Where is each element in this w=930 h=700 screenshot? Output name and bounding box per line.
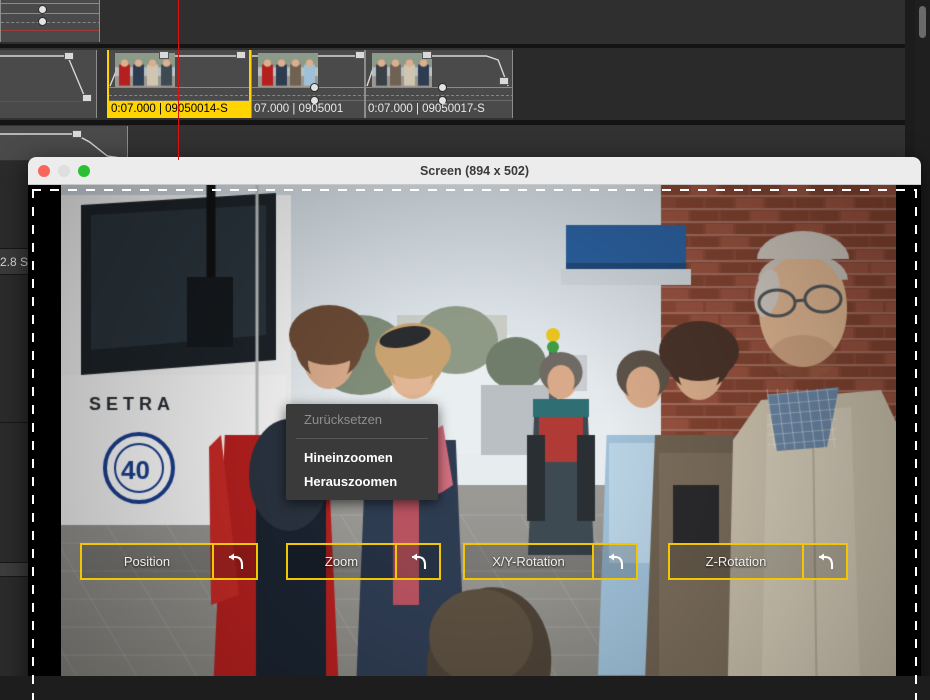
screen-window[interactable]: Screen (894 x 502) Zurücksetzen Hineinzo… [28, 157, 921, 700]
envelope-handle[interactable] [65, 53, 73, 59]
keyframe-dot[interactable] [39, 18, 46, 25]
playhead[interactable] [178, 0, 179, 160]
context-menu[interactable]: Zurücksetzen Hineinzoomen Herauszoomen [286, 404, 438, 500]
video-preview[interactable] [61, 185, 896, 700]
undo-arrow-icon [224, 553, 246, 571]
keyframe-dot[interactable] [439, 84, 446, 91]
envelope-handle[interactable] [500, 78, 508, 84]
timeline-track-upper [0, 0, 905, 44]
timeline-clip[interactable]: 0:07.000 | 09050017-S [365, 50, 513, 118]
undo-arrow-icon [814, 553, 836, 571]
control-button-zoom[interactable]: Zoom [286, 543, 441, 580]
clip-thumbnail [258, 53, 318, 87]
menu-item-zoom-in[interactable]: Hineinzoomen [286, 446, 438, 470]
window-title-bar[interactable]: Screen (894 x 502) [28, 157, 921, 185]
vertical-scrollbar[interactable] [915, 0, 930, 160]
control-button-label: Position [82, 554, 212, 569]
fade-envelope [0, 50, 96, 118]
reset-zoom-button[interactable] [395, 545, 439, 578]
duration-label: 2.8 S [0, 255, 28, 269]
timeline-track-lower [0, 125, 905, 161]
transform-controls-row: Position Zoom [28, 543, 921, 583]
timeline-clip-lower[interactable] [0, 126, 128, 160]
keyframe-dot[interactable] [311, 84, 318, 91]
clip-label: 07.000 | 0905001 [252, 101, 364, 118]
window-title: Screen (894 x 502) [28, 157, 921, 185]
bottom-status-strip [0, 676, 930, 700]
keyframe-dot[interactable] [39, 6, 46, 13]
envelope-handle[interactable] [160, 52, 168, 58]
timeline-clip[interactable]: 07.000 | 0905001 [251, 50, 365, 118]
clip-label: 0:07.000 | 09050017-S [366, 101, 512, 118]
clip-label: 0:07.000 | 09050014-S [109, 101, 249, 118]
undo-arrow-icon [407, 553, 429, 571]
reset-position-button[interactable] [212, 545, 256, 578]
control-button-label: X/Y-Rotation [465, 554, 592, 569]
clip-thumbnail [115, 53, 175, 87]
fade-envelope [0, 126, 127, 160]
reset-xy-rotation-button[interactable] [592, 545, 636, 578]
reset-z-rotation-button[interactable] [802, 545, 846, 578]
menu-item-reset: Zurücksetzen [286, 408, 438, 432]
control-button-label: Zoom [288, 554, 395, 569]
envelope-handle[interactable] [423, 52, 431, 58]
timeline-clip-upper[interactable] [0, 0, 100, 42]
envelope-handle[interactable] [237, 52, 245, 58]
window-body: Zurücksetzen Hineinzoomen Herauszoomen P… [28, 185, 921, 700]
control-button-position[interactable]: Position [80, 543, 258, 580]
menu-item-zoom-out[interactable]: Herauszoomen [286, 470, 438, 494]
control-button-z-rotation[interactable]: Z-Rotation [668, 543, 848, 580]
undo-arrow-icon [604, 553, 626, 571]
timeline-clip-partial-left[interactable] [0, 50, 97, 118]
control-button-label: Z-Rotation [670, 554, 802, 569]
menu-divider [296, 438, 428, 439]
envelope-handle[interactable] [356, 52, 364, 58]
vertical-scrollbar-thumb[interactable] [919, 6, 926, 38]
right-empty-area [513, 48, 905, 120]
control-button-xy-rotation[interactable]: X/Y-Rotation [463, 543, 638, 580]
clip-thumbnail [372, 53, 432, 87]
envelope-handle[interactable] [73, 131, 81, 137]
timeline-clip-selected[interactable]: 0:07.000 | 09050014-S [107, 50, 251, 118]
